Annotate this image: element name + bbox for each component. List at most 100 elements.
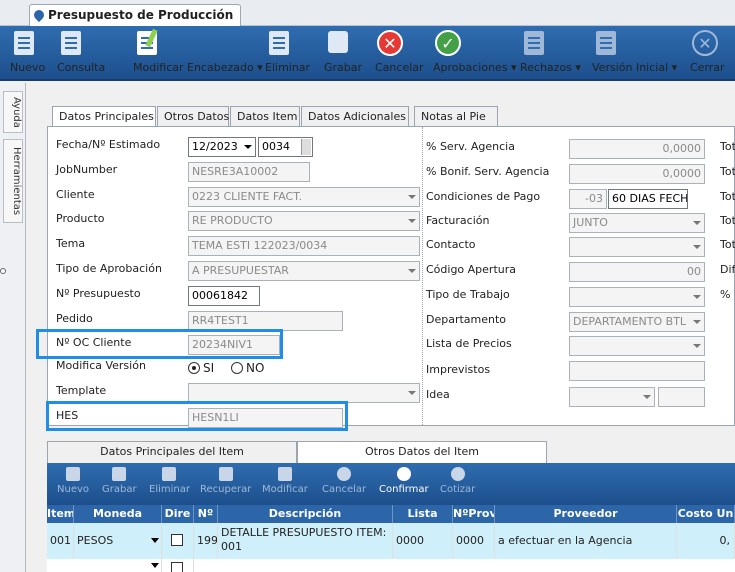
grid-confirm-button[interactable]: Confirmar [379,467,429,495]
radio-no[interactable] [231,362,243,374]
col-descripcion[interactable]: Descripción [218,505,393,523]
chevron-down-icon [643,395,651,399]
tab-otros-datos[interactable]: Otros Datos [157,106,229,127]
radio-si[interactable] [188,362,200,374]
tipo-aprobacion-label: Tipo de Aprobación [56,262,162,275]
document-tab[interactable]: Presupuesto de Producción [29,4,242,26]
facturacion-select[interactable]: JUNTO [569,213,705,233]
pedido-label: Pedido [56,312,93,325]
idea-extra-field[interactable] [658,387,705,407]
empty-cell [47,559,162,572]
approvals-button[interactable]: ✓ Aprobaciones ▾ [433,29,517,74]
grid-quote-button[interactable]: Cotizar [440,467,475,495]
nro-presupuesto-field[interactable]: 00061842 [188,286,260,306]
tab-otros-datos-item[interactable]: Otros Datos del Item [297,441,547,463]
tipo-aprobacion-select[interactable]: A PRESUPUESTAR [188,261,420,281]
cancel-icon [337,467,352,481]
nro-oc-cliente-field[interactable]: 20234NIV1 [188,335,280,355]
imprevistos-label: Imprevistos [426,363,491,376]
contacto-select[interactable] [569,237,705,257]
grid-edit-button[interactable]: Modificar [262,467,308,495]
codigo-apertura-field[interactable]: 00 [569,262,705,282]
dire-checkbox[interactable] [171,534,183,546]
chevron-down-icon [408,269,416,273]
tools-side-tab[interactable]: Herramientas [3,139,23,223]
tema-field[interactable]: TEMA ESTI 122023/0034 [188,236,420,256]
cond-pago-label: Condiciones de Pago [426,190,541,203]
cond-pago-code-field[interactable]: -03 [569,189,607,209]
rejections-button[interactable]: Rechazos ▾ [520,29,581,74]
cell-proveedor: a efectuar en la Agencia [495,523,677,559]
tipo-trabajo-label: Tipo de Trabajo [426,288,510,301]
lista-precios-select[interactable] [569,336,705,356]
items-grid: Item Moneda Dire Nº Descripción Lista Nº… [47,505,735,572]
cell-lista: 0000 [393,523,453,559]
version-icon [592,29,620,57]
template-label: Template [56,384,107,397]
cell-descripcion: DETALLE PRESUPUESTO ITEM: 001 [218,523,393,559]
save-button[interactable]: Grabar [324,29,362,74]
grid-recover-button[interactable]: Recuperar [200,467,251,495]
item-tabs: Datos Principales del Item Otros Datos d… [47,441,735,463]
grid-new-button[interactable]: Nuevo [57,467,89,495]
cliente-select[interactable]: 0223 CLIENTE FACT. [188,187,420,207]
help-side-tab[interactable]: Ayuda [3,91,23,133]
nro-presupuesto-label: Nº Presupuesto [56,287,141,300]
col-nroprov[interactable]: NºProv [453,505,495,523]
tipo-trabajo-select[interactable] [569,287,705,307]
bonif-field[interactable]: 0,0000 [569,164,705,184]
pedido-field[interactable]: RR4TEST1 [188,311,343,331]
form-area: Fecha/Nº Estimado 12/2023 0034 JobNumber… [36,126,735,431]
consulta-button[interactable]: Consulta [57,29,105,74]
new-document-icon [10,29,38,57]
col-proveedor[interactable]: Proveedor [495,505,677,523]
hes-field[interactable]: HESN1LI [188,408,343,428]
col-dire[interactable]: Dire [162,505,194,523]
cancel-x-icon: ✕ [375,29,403,57]
tab-datos-principales[interactable]: Datos Principales [52,106,156,128]
jobnumber-field[interactable]: NESRE3A10002 [188,162,310,182]
tab-notas-al-pie[interactable]: Notas al Pie [414,106,498,127]
tab-datos-item[interactable]: Datos Item [230,106,300,127]
fecha-select[interactable]: 12/2023 [188,137,256,157]
spinner-icon[interactable] [301,139,311,155]
grid-cancel-button[interactable]: Cancelar [322,467,366,495]
close-button[interactable]: ✕ Cerrar [690,29,725,74]
departamento-select[interactable]: DEPARTAMENTO BTL [569,312,705,332]
col-nro[interactable]: Nº [194,505,218,523]
col-item[interactable]: Item [47,505,74,523]
column-divider [422,127,423,425]
right-label-4: Tot [720,214,735,227]
delete-button[interactable]: Eliminar [265,29,310,74]
template-select[interactable] [188,383,420,403]
cell-moneda[interactable]: PESOS [74,523,162,559]
dire-checkbox[interactable] [171,562,183,572]
col-lista[interactable]: Lista [393,505,453,523]
imprevistos-field[interactable] [569,361,705,381]
initial-version-button[interactable]: Versión Inicial ▾ [592,29,677,74]
quote-icon [450,467,465,481]
new-button[interactable]: Nuevo [10,29,45,74]
grid-delete-button[interactable]: Eliminar [149,467,190,495]
grid-save-button[interactable]: Grabar [102,467,137,495]
idea-select[interactable] [569,387,655,407]
cancel-button[interactable]: ✕ Cancelar [375,29,424,74]
right-label-3: Tot [720,190,735,203]
cond-pago-field[interactable]: 60 DIAS FECHA [608,189,688,209]
facturacion-label: Facturación [426,214,490,227]
right-label-7: % U [720,288,735,301]
col-costo[interactable]: Costo Un [677,505,735,523]
producto-select[interactable]: RE PRODUCTO [188,211,420,231]
tab-datos-principales-item[interactable]: Datos Principales del Item [47,441,297,463]
tab-datos-adicionales[interactable]: Datos Adicionales [301,106,409,127]
col-moneda[interactable]: Moneda [74,505,162,523]
serv-agencia-field[interactable]: 0,0000 [569,139,705,159]
modify-header-button[interactable]: Modificar Encabezado ▾ [133,28,263,74]
cell-dire [162,523,194,559]
splitter-handle[interactable] [0,268,6,274]
chevron-down-icon [151,538,159,543]
estimado-number-field[interactable]: 0034 [258,137,313,157]
right-label-2: Tot [720,165,735,178]
idea-label: Idea [426,388,450,401]
chevron-down-icon [693,344,701,348]
